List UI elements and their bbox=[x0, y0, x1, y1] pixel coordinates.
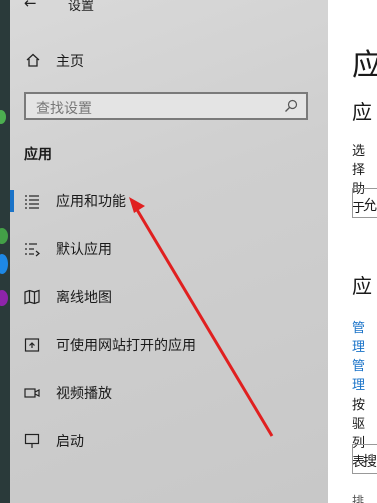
startup-icon bbox=[24, 433, 40, 448]
page-title: 应 bbox=[352, 48, 377, 83]
nav-apps-for-websites[interactable]: 可使用网站打开的应用 bbox=[10, 328, 328, 362]
search-box-text: 搜 bbox=[363, 454, 377, 470]
sort-label[interactable]: 排 bbox=[352, 492, 364, 503]
description-line: 按驱 bbox=[352, 398, 366, 432]
default-apps-icon bbox=[25, 243, 40, 257]
offline-map-icon bbox=[24, 289, 40, 305]
subheading: 应 bbox=[352, 100, 372, 124]
manage-link[interactable]: 管理 bbox=[352, 355, 377, 393]
section-title: 应用 bbox=[24, 147, 52, 163]
subheading: 应 bbox=[352, 274, 372, 298]
nav-label: 应用和功能 bbox=[56, 194, 126, 210]
nav-label: 可使用网站打开的应用 bbox=[56, 338, 196, 354]
nav-label: 默认应用 bbox=[56, 242, 112, 258]
nav-label: 离线地图 bbox=[56, 290, 112, 306]
manage-link[interactable]: 管理 bbox=[352, 317, 377, 355]
back-arrow-icon[interactable]: ← bbox=[24, 0, 37, 12]
home-label: 主页 bbox=[56, 54, 84, 70]
nav-video-playback[interactable]: 视频播放 bbox=[10, 376, 328, 410]
home-icon bbox=[26, 53, 40, 67]
nav-offline-maps[interactable]: 离线地图 bbox=[10, 280, 328, 314]
search-icon[interactable] bbox=[284, 99, 298, 113]
nav-label: 启动 bbox=[56, 434, 84, 450]
search-input[interactable]: 查找设置 bbox=[24, 92, 308, 120]
main-content: 应 应 选择 助于 允 应 管理 管理 按驱 列表 搜 排 bbox=[328, 0, 377, 503]
nav-home[interactable]: 主页 bbox=[10, 46, 328, 76]
title-bar: ← 设置 bbox=[10, 0, 328, 14]
nav-startup[interactable]: 启动 bbox=[10, 424, 328, 458]
app-search-input[interactable]: 搜 bbox=[352, 444, 377, 474]
search-placeholder: 查找设置 bbox=[36, 101, 92, 117]
window-title: 设置 bbox=[68, 0, 95, 14]
nav-default-apps[interactable]: 默认应用 bbox=[10, 232, 328, 266]
dropdown-value: 允 bbox=[363, 198, 377, 214]
video-icon bbox=[24, 388, 40, 398]
desktop-edge bbox=[0, 0, 10, 503]
description-line: 选择 bbox=[352, 144, 366, 178]
open-in-website-icon bbox=[24, 338, 40, 352]
install-source-dropdown[interactable]: 允 bbox=[352, 188, 377, 218]
settings-sidebar: ← 设置 主页 查找设置 应用 应用和功能 默认应用 离线地图 可使用网站打开的… bbox=[10, 0, 328, 503]
apps-list-icon bbox=[25, 195, 39, 209]
nav-apps-features[interactable]: 应用和功能 bbox=[10, 184, 328, 218]
nav-label: 视频播放 bbox=[56, 386, 112, 402]
